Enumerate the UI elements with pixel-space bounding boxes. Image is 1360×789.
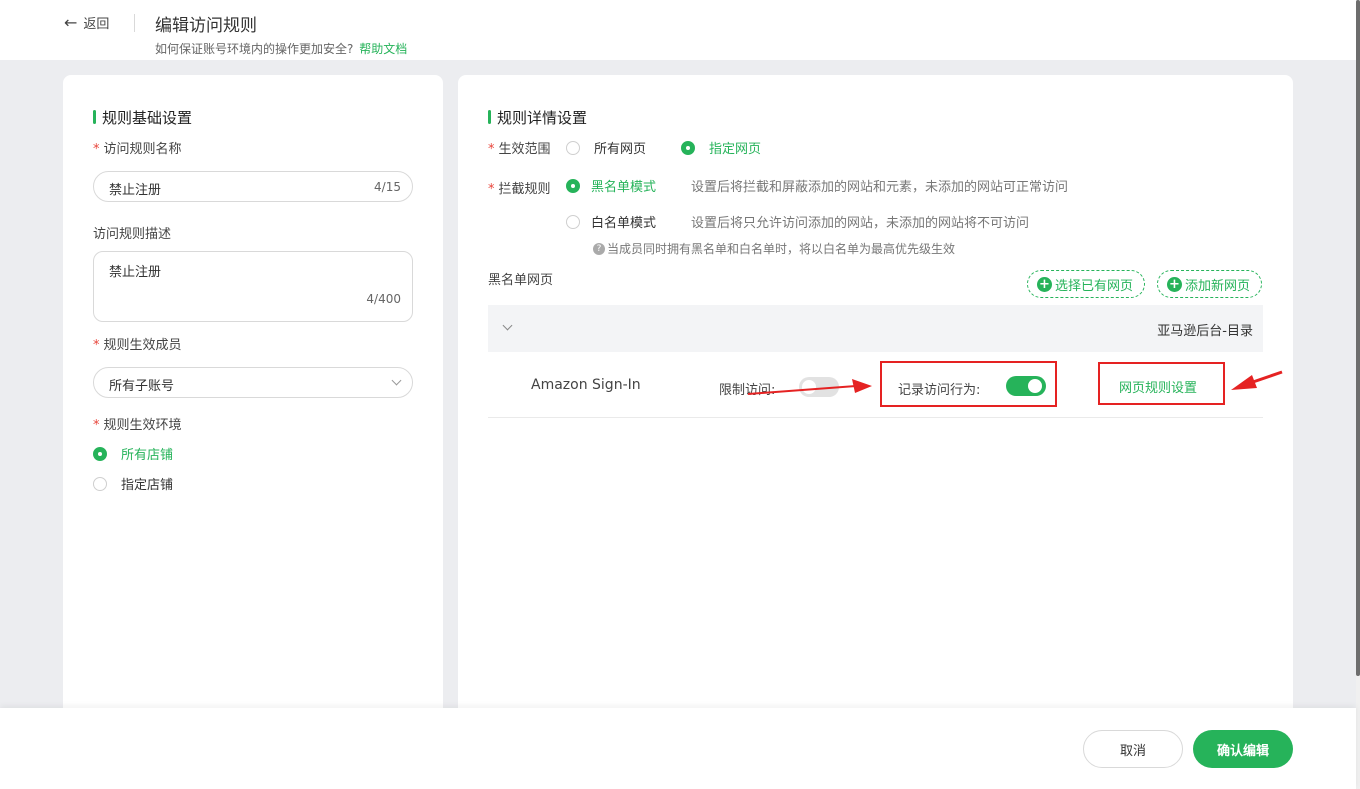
radio-specific-stores[interactable]: 指定店铺 — [93, 474, 173, 493]
intercept-label: * 拦截规则 — [488, 182, 551, 197]
blacklist-pages-label: 黑名单网页 — [488, 273, 554, 288]
site-name: Amazon Sign-In — [531, 377, 641, 393]
page-group-title: 亚马逊后台-目录 — [1157, 324, 1253, 339]
rule-name-input[interactable]: 禁止注册 4/15 — [93, 171, 413, 202]
rule-desc-value: 禁止注册 — [109, 265, 162, 280]
row-divider — [488, 417, 1263, 418]
radio-dot — [93, 446, 107, 461]
priority-note: ? 当成员同时拥有黑名单和白名单时，将以白名单为最高优先级生效 — [593, 240, 955, 257]
add-new-page-button[interactable]: + 添加新网页 — [1157, 270, 1262, 298]
radio-all-stores[interactable]: 所有店铺 — [93, 444, 173, 463]
plus-circle-icon: + — [1167, 276, 1182, 292]
record-behavior-toggle[interactable] — [1006, 376, 1046, 396]
page-rule-settings-link[interactable]: 网页规则设置 — [1119, 377, 1197, 396]
select-existing-page-button[interactable]: + 选择已有网页 — [1027, 270, 1145, 298]
arrow-left-icon: ← — [64, 12, 78, 32]
page-subtitle: 如何保证账号环境内的操作更加安全? 帮助文档 — [155, 40, 407, 57]
back-button[interactable]: ← 返回 — [64, 13, 109, 32]
scrollbar-thumb[interactable] — [1356, 0, 1360, 676]
toggle-knob — [1028, 379, 1042, 393]
divider — [134, 14, 135, 32]
confirm-edit-button[interactable]: 确认编辑 — [1193, 730, 1293, 768]
question-icon: ? — [593, 242, 605, 255]
page-title: 编辑访问规则 — [155, 16, 257, 36]
scope-label: * 生效范围 — [488, 142, 551, 157]
radio-whitelist-mode[interactable]: 白名单模式 — [566, 212, 656, 231]
whitelist-desc: 设置后将只允许访问添加的网站，未添加的网站将不可访问 — [691, 216, 1030, 231]
env-label: * 规则生效环境 — [93, 418, 182, 433]
page-group-header[interactable]: 亚马逊后台-目录 — [488, 305, 1263, 352]
restrict-access-label: 限制访问: — [719, 383, 776, 398]
radio-dot — [93, 476, 107, 491]
subtitle-text: 如何保证账号环境内的操作更加安全? — [155, 42, 354, 56]
toggle-knob — [802, 380, 816, 394]
plus-circle-icon: + — [1037, 276, 1052, 292]
radio-dot — [566, 178, 580, 193]
rule-name-count: 4/15 — [374, 180, 401, 194]
members-label: * 规则生效成员 — [93, 338, 182, 353]
radio-dot — [566, 214, 580, 229]
rule-name-label: * 访问规则名称 — [93, 142, 182, 157]
radio-all-pages[interactable]: 所有网页 — [566, 138, 646, 157]
chevron-down-icon[interactable] — [502, 320, 513, 331]
radio-dot — [681, 140, 695, 155]
rule-name-value: 禁止注册 — [109, 183, 162, 198]
members-value: 所有子账号 — [109, 379, 175, 394]
record-behavior-label: 记录访问行为: — [898, 383, 981, 398]
detail-settings-title: 规则详情设置 — [488, 107, 587, 128]
help-docs-link[interactable]: 帮助文档 — [359, 42, 407, 56]
radio-blacklist-mode[interactable]: 黑名单模式 — [566, 176, 656, 195]
members-select[interactable]: 所有子账号 — [93, 367, 413, 398]
basic-settings-title: 规则基础设置 — [93, 107, 192, 128]
blacklist-desc: 设置后将拦截和屏蔽添加的网站和元素，未添加的网站可正常访问 — [691, 180, 1069, 195]
back-label: 返回 — [83, 17, 110, 32]
cancel-button[interactable]: 取消 — [1083, 730, 1183, 768]
restrict-access-toggle[interactable] — [799, 377, 839, 397]
chevron-down-icon — [391, 375, 402, 386]
rule-desc-label: 访问规则描述 — [93, 227, 172, 242]
radio-specific-pages[interactable]: 指定网页 — [681, 138, 761, 157]
footer-bar: 取消 确认编辑 — [0, 708, 1356, 789]
page-scrollbar[interactable] — [1356, 0, 1360, 789]
rule-desc-count: 4/400 — [366, 292, 401, 306]
rule-desc-textarea[interactable]: 禁止注册 4/400 — [93, 251, 413, 322]
top-bar: ← 返回 编辑访问规则 如何保证账号环境内的操作更加安全? 帮助文档 — [0, 0, 1356, 60]
radio-dot — [566, 140, 580, 155]
